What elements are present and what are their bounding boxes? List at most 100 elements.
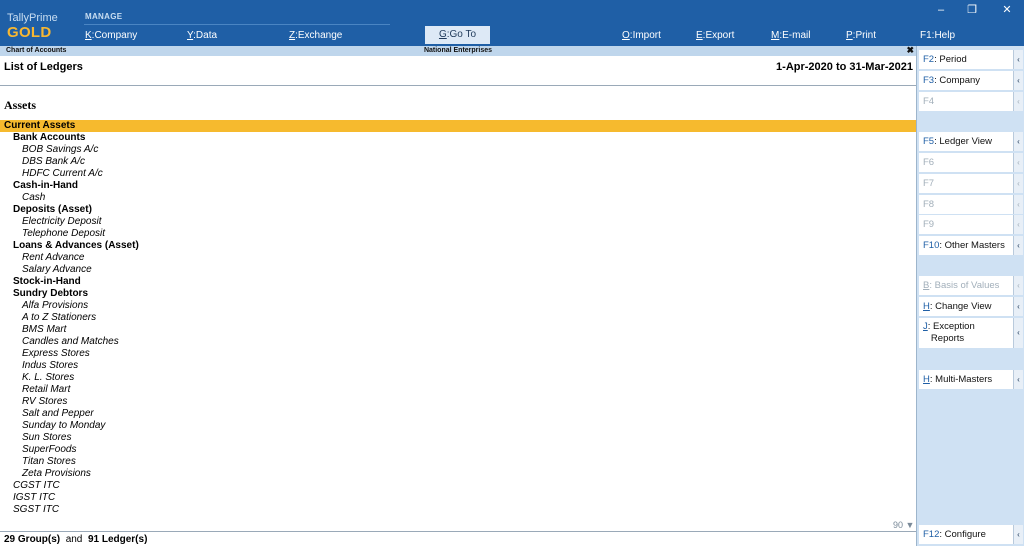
report-close-icon[interactable]: ✖ — [906, 45, 914, 56]
period-label: Period — [939, 54, 967, 65]
chevron-left-icon: ‹ — [1013, 215, 1023, 234]
ledger-row[interactable]: Retail Mart — [0, 384, 916, 396]
f6-key: F6 — [923, 157, 935, 168]
chevron-left-icon: ‹ — [1013, 370, 1023, 389]
chevron-left-icon: ‹ — [1013, 276, 1023, 295]
other-masters-button[interactable]: F10: Other Masters ‹ — [919, 236, 1023, 255]
menu-company[interactable]: K:Company — [85, 30, 137, 41]
menu-export[interactable]: E:Export — [696, 30, 734, 41]
ledger-list: Current Assets Bank Accounts BOB Savings A… — [0, 120, 916, 516]
menu-print[interactable]: P:Print — [846, 30, 876, 41]
ledger-row[interactable]: CGST ITC — [0, 480, 916, 492]
ledger-view-button[interactable]: F5: Ledger View ‹ — [919, 132, 1023, 151]
f9-button: F9 ‹ — [919, 215, 1023, 234]
f8-key: F8 — [923, 199, 935, 210]
report-title-strip: National Enterprises Chart of Accounts ✖ — [0, 45, 916, 56]
menu-email-label: E-mail — [782, 30, 811, 41]
page-title: List of Ledgers — [4, 61, 83, 73]
group-row[interactable]: Current Assets — [0, 120, 916, 132]
menu-exchange[interactable]: Z:Exchange — [289, 30, 342, 41]
configure-button[interactable]: F12: Configure ‹ — [919, 525, 1023, 544]
f7-button: F7 ‹ — [919, 174, 1023, 193]
menu-export-key: E — [696, 30, 703, 41]
menu-help-label: Help — [934, 30, 956, 41]
minimize-icon[interactable]: ‒ — [931, 3, 951, 17]
summary-and: and — [65, 534, 83, 545]
product-edition: GOLD — [7, 24, 52, 41]
section-title: Assets — [4, 98, 36, 112]
other-masters-label: Other Masters — [944, 240, 1005, 251]
menu-data-key: Y — [187, 30, 194, 41]
menu-email[interactable]: M:E-mail — [771, 30, 810, 41]
goto-button[interactable]: G:Go To — [425, 26, 490, 44]
menu-company-label: Company — [94, 30, 138, 41]
scroll-down-icon[interactable]: ▼ — [906, 520, 915, 530]
ledger-row[interactable]: BOB Savings A/c — [0, 144, 916, 156]
f9-key: F9 — [923, 219, 935, 230]
menu-import-label: Import — [632, 30, 661, 41]
ledger-row[interactable]: Cash — [0, 192, 916, 204]
ledger-row[interactable]: Rent Advance — [0, 252, 916, 264]
ledger-row[interactable]: A to Z Stationers — [0, 312, 916, 324]
chevron-left-icon: ‹ — [1013, 132, 1023, 151]
group-row[interactable]: Sundry Debtors — [0, 288, 916, 300]
ledger-row[interactable]: Candles and Matches — [0, 336, 916, 348]
group-row[interactable]: Deposits (Asset) — [0, 204, 916, 216]
product-name: TallyPrime — [7, 12, 58, 24]
ledger-row[interactable]: Salt and Pepper — [0, 408, 916, 420]
group-row[interactable]: Loans & Advances (Asset) — [0, 240, 916, 252]
ledger-row[interactable]: Zeta Provisions — [0, 468, 916, 480]
restore-icon[interactable]: ❐ — [962, 3, 982, 17]
goto-label: Go To — [449, 29, 477, 40]
ledger-row[interactable]: Electricity Deposit — [0, 216, 916, 228]
ledger-row[interactable]: Telephone Deposit — [0, 228, 916, 240]
goto-key: G — [438, 29, 447, 40]
ledger-row[interactable]: Titan Stores — [0, 456, 916, 468]
ledger-row[interactable]: K. L. Stores — [0, 372, 916, 384]
chevron-left-icon: ‹ — [1013, 92, 1023, 111]
ledger-total: 91 Ledger(s) — [87, 534, 148, 545]
chevron-left-icon: ‹ — [1013, 153, 1023, 172]
ledger-row[interactable]: Alfa Provisions — [0, 300, 916, 312]
multi-masters-key: H — [923, 374, 930, 385]
ledger-row[interactable]: RV Stores — [0, 396, 916, 408]
f6-button: F6 ‹ — [919, 153, 1023, 172]
company-button[interactable]: F3: Company ‹ — [919, 71, 1023, 90]
report-header: List of Ledgers 1-Apr-2020 to 31-Mar-202… — [0, 56, 916, 86]
group-row[interactable]: Stock-in-Hand — [0, 276, 916, 288]
summary-text: 29 Group(s) and 91 Ledger(s) — [4, 534, 147, 545]
top-menu-bar: TallyPrime GOLD MANAGE K:Company Y:Data … — [0, 0, 1024, 46]
multi-masters-button[interactable]: H: Multi-Masters ‹ — [919, 370, 1023, 389]
ledger-row[interactable]: HDFC Current A/c — [0, 168, 916, 180]
period-button[interactable]: F2: Period ‹ — [919, 50, 1023, 69]
menu-data[interactable]: Y:Data — [187, 30, 217, 41]
ledger-row[interactable]: Sunday to Monday — [0, 420, 916, 432]
other-masters-key: F10 — [923, 240, 940, 251]
exception-reports-button[interactable]: J: Exception Reports ‹ — [919, 318, 1023, 348]
ledger-row[interactable]: IGST ITC — [0, 492, 916, 504]
group-row[interactable]: Cash-in-Hand — [0, 180, 916, 192]
ledger-row[interactable]: BMS Mart — [0, 324, 916, 336]
close-icon[interactable]: ✕ — [997, 3, 1017, 17]
multi-masters-label: Multi-Masters — [935, 374, 993, 385]
change-view-button[interactable]: H: Change View ‹ — [919, 297, 1023, 316]
manage-section-label: MANAGE — [85, 12, 123, 21]
ledger-row[interactable]: SuperFoods — [0, 444, 916, 456]
ledger-row[interactable]: Express Stores — [0, 348, 916, 360]
chevron-left-icon: ‹ — [1013, 50, 1023, 69]
breadcrumb: Chart of Accounts — [6, 47, 67, 54]
ledger-row[interactable]: DBS Bank A/c — [0, 156, 916, 168]
f4-key: F4 — [923, 96, 935, 107]
group-row[interactable]: Bank Accounts — [0, 132, 916, 144]
menu-help-key: F1 — [920, 30, 932, 41]
menu-import[interactable]: O:Import — [622, 30, 661, 41]
menu-exchange-key: Z — [289, 30, 296, 41]
ledger-row[interactable]: Sun Stores — [0, 432, 916, 444]
menu-help[interactable]: F1:Help — [920, 30, 955, 41]
ledger-row[interactable]: SGST ITC — [0, 504, 916, 516]
ledger-row[interactable]: Salary Advance — [0, 264, 916, 276]
ledger-row[interactable]: Indus Stores — [0, 360, 916, 372]
menu-email-key: M — [771, 30, 780, 41]
basis-label: Basis of Values — [934, 280, 1000, 291]
page-indicator: 90 ▼ — [893, 520, 914, 530]
